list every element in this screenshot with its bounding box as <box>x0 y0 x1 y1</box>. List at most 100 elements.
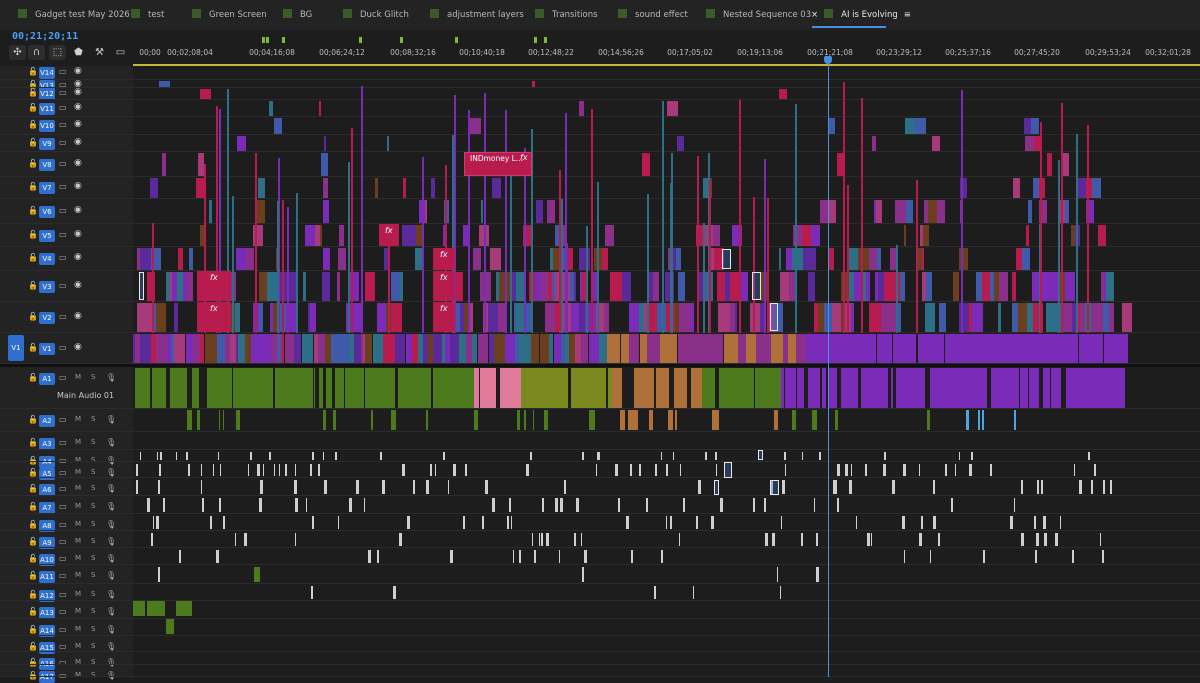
mute-button[interactable]: M <box>75 625 81 633</box>
audio-clip[interactable] <box>449 550 453 563</box>
audio-clip[interactable] <box>407 516 411 529</box>
stacked-clip[interactable] <box>255 152 258 333</box>
audio-clip[interactable] <box>294 533 297 546</box>
video-clip[interactable] <box>837 334 844 363</box>
mute-button[interactable]: M <box>75 671 81 679</box>
track-target-v11[interactable]: V11 <box>39 102 55 115</box>
video-clip[interactable] <box>581 334 589 363</box>
video-clip[interactable] <box>323 200 330 223</box>
video-clip[interactable] <box>1076 178 1087 198</box>
audio-clip[interactable] <box>337 516 339 529</box>
video-clip[interactable] <box>690 303 694 332</box>
video-clip[interactable] <box>1099 334 1104 363</box>
audio-clip[interactable] <box>704 452 708 460</box>
track-target-v8[interactable]: V8 <box>39 158 55 171</box>
microphone-icon[interactable]: 🎙 <box>106 607 116 616</box>
mute-button[interactable]: M <box>75 415 81 423</box>
video-clip[interactable] <box>259 303 263 332</box>
video-clip[interactable] <box>881 303 890 332</box>
video-clip[interactable] <box>910 334 917 363</box>
video-clip[interactable] <box>199 89 211 99</box>
audio-clip[interactable] <box>813 498 816 512</box>
stacked-clip[interactable] <box>961 90 964 333</box>
lock-icon[interactable]: 🔓 <box>28 642 38 651</box>
video-clip[interactable] <box>235 303 240 332</box>
audio-clip[interactable] <box>698 480 701 494</box>
video-clip[interactable] <box>1025 136 1035 151</box>
audio-clip[interactable] <box>776 567 779 582</box>
video-clip[interactable] <box>281 334 285 363</box>
audio-clip[interactable] <box>696 516 699 529</box>
video-clip[interactable] <box>205 334 218 363</box>
toggle-sync-lock-icon[interactable]: ▭ <box>59 468 67 477</box>
wrench-icon[interactable]: ⚒ <box>91 45 108 60</box>
audio-clip[interactable] <box>219 464 222 476</box>
audio-clip[interactable] <box>849 480 852 494</box>
video-clip[interactable] <box>1093 303 1104 332</box>
audio-clip[interactable] <box>926 410 930 430</box>
video-clip[interactable] <box>1020 334 1031 363</box>
audio-clip[interactable] <box>319 368 323 408</box>
audio-clip[interactable] <box>674 410 678 430</box>
audio-clip[interactable] <box>753 498 756 512</box>
video-clip[interactable] <box>472 334 478 363</box>
lock-icon[interactable]: 🔓 <box>28 502 38 511</box>
video-clip[interactable] <box>338 248 346 270</box>
selected-clip[interactable] <box>139 272 144 300</box>
lock-icon[interactable]: 🔓 <box>28 312 38 321</box>
stacked-clip[interactable] <box>896 245 899 333</box>
audio-clip[interactable] <box>160 452 163 460</box>
video-clip[interactable] <box>1027 200 1033 223</box>
video-clip[interactable] <box>267 272 277 301</box>
toggle-sync-lock-icon[interactable]: ▭ <box>59 607 67 616</box>
video-clip[interactable] <box>1047 153 1053 176</box>
tab-gadget-test[interactable]: Gadget test May 2026 <box>18 8 130 22</box>
audio-clip[interactable] <box>317 464 320 476</box>
audio-clip[interactable] <box>512 550 515 563</box>
microphone-icon[interactable]: 🎙 <box>106 590 116 599</box>
toggle-sync-lock-icon[interactable]: ▭ <box>59 438 67 447</box>
solo-button[interactable]: S <box>91 415 95 423</box>
audio-clip[interactable] <box>714 410 719 430</box>
video-clip[interactable] <box>904 225 907 246</box>
audio-clip[interactable] <box>629 464 632 476</box>
audio-clip[interactable] <box>625 516 629 529</box>
audio-clip[interactable] <box>356 480 359 494</box>
audio-clip[interactable] <box>260 480 263 494</box>
video-clip[interactable] <box>199 334 205 363</box>
video-clip[interactable] <box>614 272 622 301</box>
video-clip[interactable] <box>928 200 937 223</box>
video-clip[interactable] <box>589 334 599 363</box>
lock-icon[interactable]: 🔓 <box>28 571 38 580</box>
video-clip[interactable] <box>926 272 932 301</box>
video-clip[interactable] <box>377 303 387 332</box>
audio-clip[interactable] <box>655 464 657 476</box>
audio-clip[interactable] <box>425 410 429 430</box>
audio-clip[interactable] <box>1055 533 1058 546</box>
audio-clip[interactable] <box>666 464 668 476</box>
video-clip[interactable] <box>549 334 553 363</box>
video-clip[interactable] <box>681 303 691 332</box>
audio-clip[interactable] <box>393 586 396 599</box>
video-clip[interactable] <box>478 334 488 363</box>
audio-clip[interactable] <box>779 586 782 599</box>
eye-icon[interactable]: ◉ <box>74 229 82 239</box>
audio-clip[interactable] <box>517 410 521 430</box>
video-clip[interactable] <box>770 334 783 363</box>
stacked-clip[interactable] <box>505 110 508 333</box>
video-clip[interactable] <box>488 303 499 332</box>
audio-clip[interactable] <box>244 533 247 546</box>
video-clip[interactable] <box>1017 303 1027 332</box>
mute-button[interactable]: M <box>75 468 81 476</box>
audio-clip[interactable] <box>715 452 717 460</box>
audio-clip[interactable] <box>563 480 566 494</box>
stacked-clip[interactable] <box>647 193 650 333</box>
lock-icon[interactable]: 🔓 <box>28 103 38 112</box>
video-clip[interactable] <box>998 303 1001 332</box>
audio-clip[interactable] <box>1044 533 1047 546</box>
audio-clip[interactable] <box>464 464 467 476</box>
lock-icon[interactable]: 🔓 <box>28 67 38 76</box>
video-clip[interactable] <box>604 303 610 332</box>
video-clip[interactable] <box>337 272 341 301</box>
stacked-clip[interactable] <box>468 110 471 333</box>
